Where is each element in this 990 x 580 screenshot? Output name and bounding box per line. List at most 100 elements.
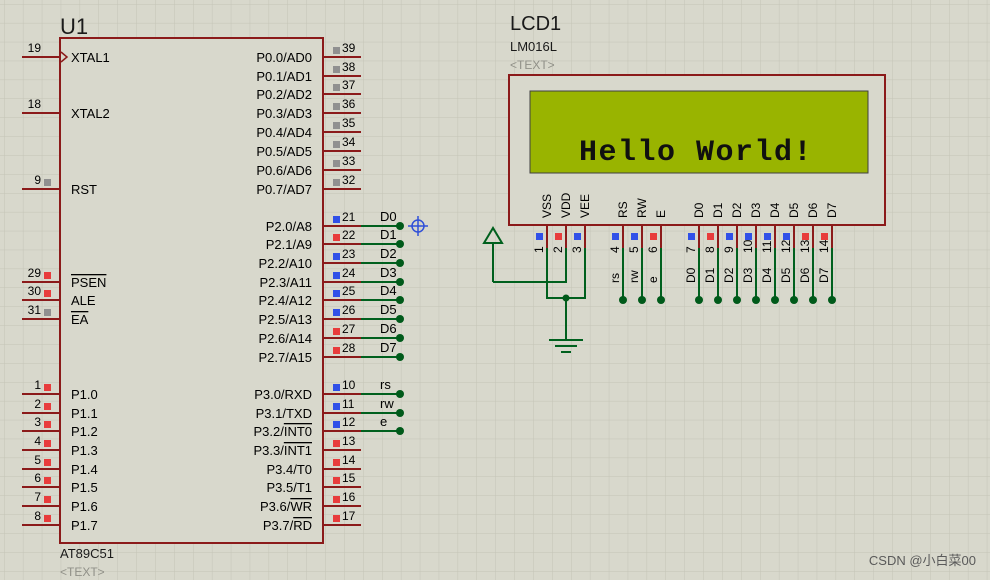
pin-number: 5 bbox=[34, 453, 41, 467]
schematic-canvas[interactable]: U1 19XTAL118XTAL29RST29PSEN30ALE31EA1P1.… bbox=[0, 0, 990, 580]
pin-state-marker bbox=[333, 103, 340, 110]
pin-number: 38 bbox=[342, 60, 356, 74]
net-terminal[interactable] bbox=[752, 296, 760, 304]
net-label: D0 bbox=[684, 267, 698, 283]
pin-state-marker bbox=[44, 421, 51, 428]
pin-name: P0.2/AD2 bbox=[256, 87, 312, 102]
pin-name: VSS bbox=[540, 194, 554, 218]
pin-name: P0.0/AD0 bbox=[256, 50, 312, 65]
net-label: D7 bbox=[380, 340, 397, 355]
pin-number: 19 bbox=[28, 41, 42, 55]
pin-number: 15 bbox=[342, 471, 356, 485]
net-terminal[interactable] bbox=[396, 240, 404, 248]
pin-number: 26 bbox=[342, 303, 356, 317]
pin-number: 4 bbox=[34, 434, 41, 448]
net-terminal[interactable] bbox=[695, 296, 703, 304]
net-label: D5 bbox=[380, 302, 397, 317]
junction-dot bbox=[562, 294, 570, 302]
pin-name: VEE bbox=[578, 194, 592, 218]
net-terminal[interactable] bbox=[638, 296, 646, 304]
net-label: D4 bbox=[380, 283, 397, 298]
pin-name: P3.6/WR bbox=[260, 499, 312, 514]
pin-state-marker bbox=[333, 309, 340, 316]
pin-number: 12 bbox=[779, 239, 793, 253]
lcd-text-placeholder: <TEXT> bbox=[510, 58, 555, 72]
pin-name: RS bbox=[616, 201, 630, 218]
pin-state-marker bbox=[612, 233, 619, 240]
pin-name: P1.6 bbox=[71, 499, 98, 514]
pin-number: 14 bbox=[817, 239, 831, 253]
pin-name: P0.3/AD3 bbox=[256, 106, 312, 121]
net-terminal[interactable] bbox=[396, 409, 404, 417]
pin-state-marker bbox=[333, 347, 340, 354]
pin-number: 29 bbox=[28, 266, 42, 280]
pin-number: 24 bbox=[342, 266, 356, 280]
pin-name: P3.0/RXD bbox=[254, 387, 312, 402]
u1-component[interactable]: U1 19 XTAL1 18 XTAL2 9 RST 29 PSEN 30 ALE 31 EA 1 P1.… bbox=[22, 14, 404, 579]
u1-text-placeholder: <TEXT> bbox=[60, 565, 105, 579]
pin-state-marker bbox=[333, 234, 340, 241]
pin-name: D7 bbox=[825, 202, 839, 218]
net-terminal[interactable] bbox=[396, 390, 404, 398]
pin-state-marker bbox=[333, 290, 340, 297]
pin-name: P1.1 bbox=[71, 406, 98, 421]
u1-ref-label: U1 bbox=[60, 14, 88, 39]
net-terminal[interactable] bbox=[396, 353, 404, 361]
pin-name: D0 bbox=[692, 202, 706, 218]
pin-state-marker bbox=[333, 384, 340, 391]
pin-number: 11 bbox=[760, 240, 774, 253]
net-terminal[interactable] bbox=[396, 296, 404, 304]
pin-name: D4 bbox=[768, 202, 782, 218]
pin-number: 17 bbox=[342, 509, 356, 523]
net-terminal[interactable] bbox=[771, 296, 779, 304]
net-terminal[interactable] bbox=[396, 315, 404, 323]
pin-number: 2 bbox=[551, 246, 565, 253]
pin-name: ALE bbox=[71, 293, 96, 308]
pin-state-marker bbox=[333, 179, 340, 186]
pin-number: 13 bbox=[798, 239, 812, 253]
pin-state-marker bbox=[44, 272, 51, 279]
net-terminal[interactable] bbox=[396, 427, 404, 435]
pin-name: P1.2 bbox=[71, 424, 98, 439]
pin-name: P2.0/A8 bbox=[266, 219, 312, 234]
lcd-part-label: LM016L bbox=[510, 39, 557, 54]
pin-number: 1 bbox=[34, 378, 41, 392]
pin-number: 3 bbox=[34, 415, 41, 429]
pin-number: 28 bbox=[342, 341, 356, 355]
pin-state-marker bbox=[802, 233, 809, 240]
lcd-ref-label: LCD1 bbox=[510, 13, 561, 35]
net-terminal[interactable] bbox=[714, 296, 722, 304]
pin-state-marker bbox=[333, 459, 340, 466]
net-terminal[interactable] bbox=[619, 296, 627, 304]
pin-name: P2.5/A13 bbox=[259, 312, 313, 327]
pin-state-marker bbox=[333, 122, 340, 129]
pin-number: 34 bbox=[342, 135, 356, 149]
pin-number: 33 bbox=[342, 154, 356, 168]
pin-state-marker bbox=[764, 233, 771, 240]
net-terminal[interactable] bbox=[828, 296, 836, 304]
pin-number: 6 bbox=[34, 471, 41, 485]
net-terminal[interactable] bbox=[790, 296, 798, 304]
net-terminal[interactable] bbox=[396, 334, 404, 342]
net-terminal[interactable] bbox=[396, 222, 404, 230]
pin-number: 6 bbox=[646, 246, 660, 253]
pin-state-marker bbox=[333, 253, 340, 260]
pin-name: PSEN bbox=[71, 275, 106, 290]
pin-name: D1 bbox=[711, 202, 725, 218]
pin-state-marker bbox=[821, 233, 828, 240]
pin-name: D3 bbox=[749, 202, 763, 218]
pin-number: 16 bbox=[342, 490, 356, 504]
net-terminal[interactable] bbox=[809, 296, 817, 304]
pin-number: 39 bbox=[342, 41, 356, 55]
pin-number: 30 bbox=[28, 284, 42, 298]
net-terminal[interactable] bbox=[396, 259, 404, 267]
pin-name: P3.3/INT1 bbox=[253, 443, 312, 458]
pin-name: P2.4/A12 bbox=[259, 293, 313, 308]
pin-state-marker bbox=[555, 233, 562, 240]
pin-number: 9 bbox=[34, 173, 41, 187]
net-terminal[interactable] bbox=[657, 296, 665, 304]
pin-name: P1.7 bbox=[71, 518, 98, 533]
net-terminal[interactable] bbox=[396, 278, 404, 286]
net-terminal[interactable] bbox=[733, 296, 741, 304]
pin-name: P3.1/TXD bbox=[256, 406, 312, 421]
